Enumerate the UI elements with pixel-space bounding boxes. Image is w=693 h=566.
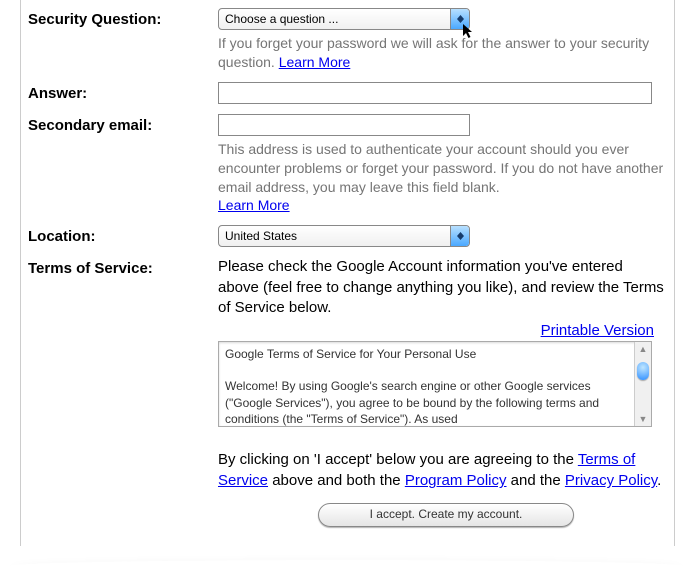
row-location: Location: United States (24, 225, 674, 247)
tos-scrollbar[interactable]: ▲ ▼ (634, 342, 651, 426)
form-area: Security Question: Choose a question ...… (0, 0, 693, 566)
label-security-question: Security Question: (24, 8, 218, 28)
label-tos: Terms of Service: (24, 257, 218, 277)
printable-version-link[interactable]: Printable Version (541, 322, 654, 339)
chevron-updown-icon (450, 9, 469, 29)
scroll-down-icon[interactable]: ▼ (635, 412, 651, 426)
scroll-thumb[interactable] (637, 362, 649, 380)
tos-text: Google Terms of Service for Your Persona… (219, 342, 651, 431)
tos-intro: Please check the Google Account informat… (218, 257, 666, 318)
row-tos: Terms of Service: Please check the Googl… (24, 257, 674, 527)
program-policy-link[interactable]: Program Policy (405, 472, 507, 489)
row-secondary-email: Secondary email: This address is used to… (24, 114, 674, 216)
accept-button[interactable]: I accept. Create my account. (318, 503, 574, 527)
security-question-helper: If you forget your password we will ask … (218, 34, 666, 72)
security-question-value: Choose a question ... (219, 12, 450, 26)
learn-more-link[interactable]: Learn More (279, 54, 351, 70)
security-question-dropdown[interactable]: Choose a question ... (218, 8, 470, 30)
answer-input[interactable] (218, 82, 652, 104)
scroll-up-icon[interactable]: ▲ (635, 342, 651, 356)
agreement-text: By clicking on 'I accept' below you are … (218, 449, 666, 491)
chevron-updown-icon (450, 226, 469, 246)
location-value: United States (219, 229, 450, 243)
secondary-email-input[interactable] (218, 114, 470, 136)
row-answer: Answer: (24, 82, 674, 104)
location-dropdown[interactable]: United States (218, 225, 470, 247)
label-location: Location: (24, 225, 218, 245)
learn-more-link-2[interactable]: Learn More (218, 197, 290, 213)
secondary-email-helper: This address is used to authenticate you… (218, 140, 666, 216)
privacy-policy-link[interactable]: Privacy Policy (565, 472, 657, 489)
label-answer: Answer: (24, 82, 218, 102)
label-secondary-email: Secondary email: (24, 114, 218, 134)
row-security-question: Security Question: Choose a question ...… (24, 8, 674, 72)
tos-box[interactable]: Google Terms of Service for Your Persona… (218, 341, 652, 427)
